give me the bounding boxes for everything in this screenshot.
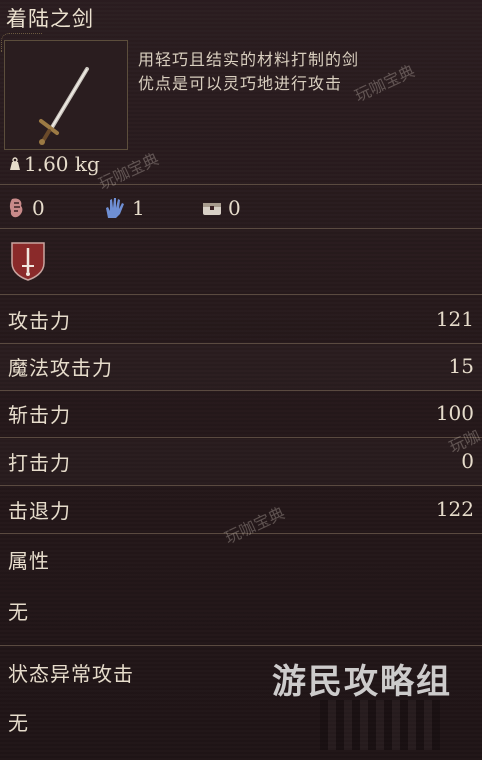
stat-label: 击退力 [8,499,71,523]
divider [0,485,482,486]
attribute-value: 无 [8,600,29,624]
site-logo: 游民攻略组 [272,662,452,702]
status-attack-value: 无 [8,711,29,735]
divider [0,645,482,646]
weight-icon [10,157,20,170]
chest-icon [203,203,221,215]
requirement-strength: 0 [8,196,45,220]
status-attack-label: 状态异常攻击 [8,662,134,686]
stat-label: 斩击力 [8,403,71,427]
stat-value: 121 [435,307,474,331]
requirement-other: 0 [202,196,241,220]
divider [0,437,482,438]
stat-label: 攻击力 [8,309,71,333]
item-name: 着陆之剑 [6,7,94,31]
weight-value: 1.60 kg [24,152,100,176]
requirement-value: 0 [228,196,241,220]
item-weight: 1.60 kg [8,152,100,176]
strength-icon [9,198,23,218]
stat-value: 122 [435,497,474,521]
requirement-value: 1 [132,196,145,220]
requirement-value: 0 [32,196,45,220]
divider [0,184,482,185]
divider [0,228,482,229]
watermark-text: 玩咖宝典 [95,149,162,194]
stat-row-magic-attack: 魔法攻击力 15 [0,344,482,390]
stat-value: 15 [448,354,474,378]
attribute-label: 属性 [8,549,50,573]
description-line: 用轻巧且结实的材料打制的剑 [138,50,360,69]
stat-label: 魔法攻击力 [8,356,113,380]
hand-icon [106,198,124,218]
item-description: 用轻巧且结实的材料打制的剑 优点是可以灵巧地进行攻击 [138,48,468,96]
stat-row-strike: 打击力 0 [0,439,482,485]
divider [0,294,482,295]
stat-row-attack: 攻击力 121 [0,297,482,343]
stat-value: 100 [435,401,474,425]
stat-row-slash: 斩击力 100 [0,391,482,437]
sword-crest-icon [11,242,45,281]
pixelated-area [320,700,440,750]
item-detail-panel: 着陆之剑 用轻巧且结实的材料打制的剑 优点是可以灵巧地进行攻击 1.60 kg … [0,0,482,760]
sword-icon [39,67,89,145]
stat-label: 打击力 [8,451,71,475]
description-line: 优点是可以灵巧地进行攻击 [138,74,343,93]
weapon-image-frame [1,33,128,150]
requirement-dexterity: 1 [104,196,145,220]
